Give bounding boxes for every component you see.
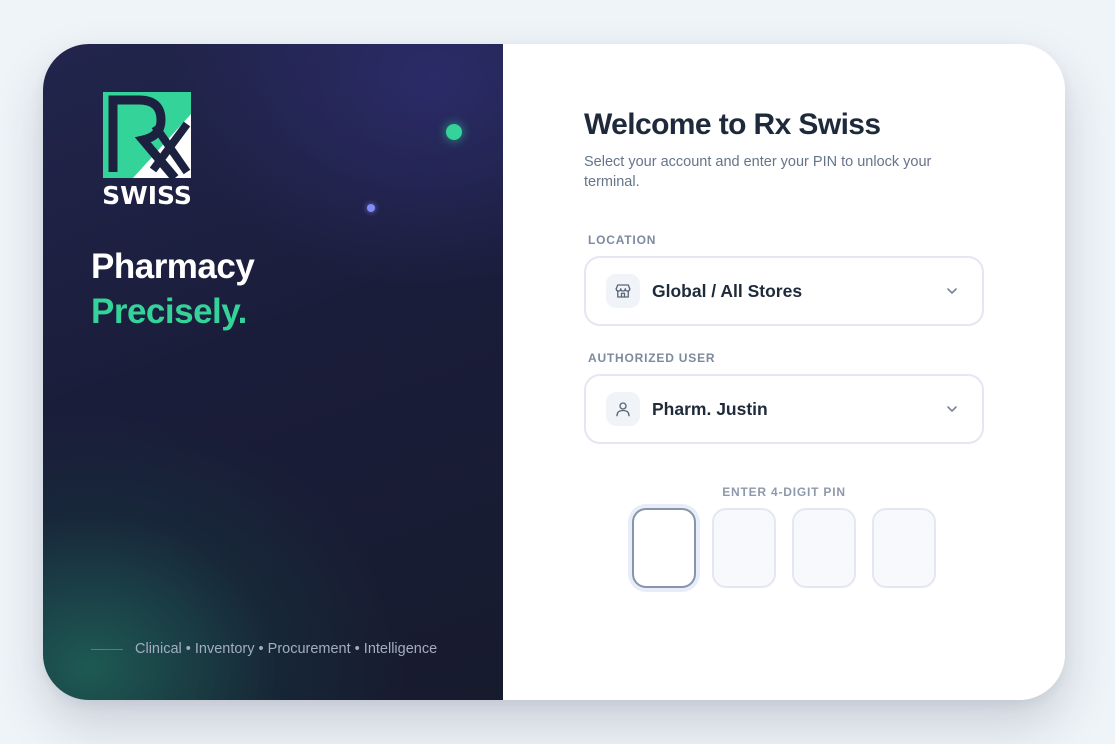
store-icon (606, 274, 640, 308)
chevron-down-icon (944, 283, 960, 299)
page-title: Welcome to Rx Swiss (584, 108, 881, 141)
user-label: AUTHORIZED USER (588, 351, 716, 365)
tagline-line1: Pharmacy (91, 247, 255, 286)
tagline-line2: Precisely. (91, 292, 247, 331)
login-panel: Welcome to Rx Swiss Select your account … (503, 44, 1065, 700)
decorative-dot-purple (367, 204, 375, 212)
decorative-dot-green (446, 124, 462, 140)
page-subtitle: Select your account and enter your PIN t… (584, 154, 932, 190)
chevron-down-icon (944, 401, 960, 417)
pin-digit-2[interactable] (712, 508, 776, 588)
tagline: Pharmacy Precisely. (91, 244, 255, 334)
rx-swiss-logo: SWISS (103, 92, 191, 206)
footer-text: Clinical • Inventory • Procurement • Int… (135, 641, 438, 657)
location-select[interactable]: Global / All Stores (584, 256, 984, 326)
pin-label: ENTER 4-DIGIT PIN (722, 485, 846, 499)
feature-footer: Clinical • Inventory • Procurement • Int… (91, 641, 437, 657)
user-value: Pharm. Justin (652, 398, 768, 419)
pin-digit-4[interactable] (872, 508, 936, 588)
logo-text: SWISS (103, 181, 191, 206)
pin-input-group (632, 508, 952, 588)
pin-digit-3[interactable] (792, 508, 856, 588)
login-card: SWISS Pharmacy Precisely. Clinical • Inv… (43, 44, 1065, 700)
user-select[interactable]: Pharm. Justin (584, 374, 984, 444)
pin-digit-1[interactable] (632, 508, 696, 588)
brand-panel: SWISS Pharmacy Precisely. Clinical • Inv… (43, 44, 503, 700)
user-icon (606, 392, 640, 426)
footer-divider (91, 648, 123, 650)
location-label: LOCATION (588, 233, 657, 247)
location-value: Global / All Stores (652, 280, 803, 301)
